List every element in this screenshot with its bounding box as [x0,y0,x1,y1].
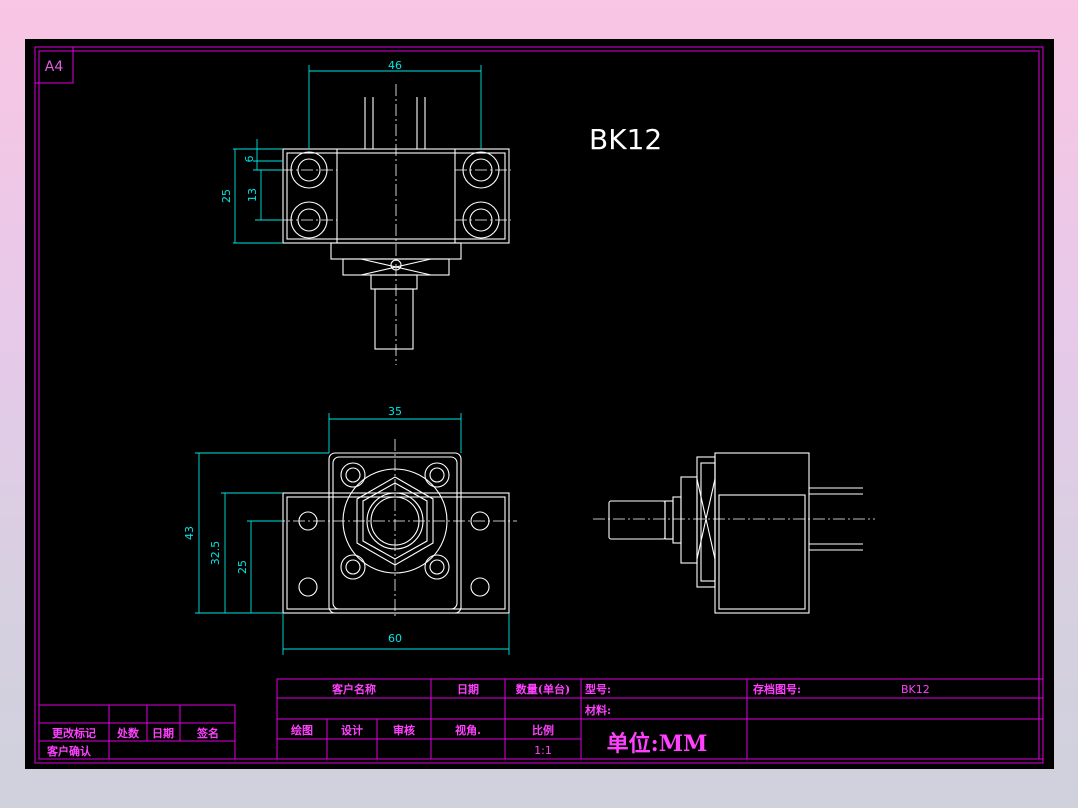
rev-date: 日期 [152,726,174,740]
title-block: 客户名称 日期 数量(单台) 型号: 存档图号: BK12 材料: 绘图 设计 … [276,678,1044,760]
dim-top-width: 46 [388,59,402,72]
revision-block: 更改标记 处数 日期 签名 客户确认 [38,704,236,760]
tb-design: 设计 [341,723,363,737]
tb-review: 审核 [393,723,415,737]
outer-frame [34,46,1044,764]
rev-customer-confirm: 客户确认 [46,744,92,758]
tb-view-angle: 视角. [455,723,481,737]
inner-frame [38,50,1040,760]
tb-date: 日期 [457,682,479,696]
dim-front-lower: 25 [236,560,249,574]
part-title: BK12 [589,123,662,156]
tb-scale-value: 1:1 [534,744,552,757]
top-view-dimensions: 46 25 6 13 [220,59,482,244]
side-view [593,452,875,614]
front-view-dimensions: 35 60 43 32.5 25 [183,405,510,655]
tb-archive-no: 存档图号: [753,682,801,696]
tb-model: 型号: [585,682,611,696]
drawing-sheet: A4 BK12 46 25 6 13 35 60 43 32.5 25 更改标记… [25,39,1054,769]
dim-front-width: 60 [388,632,402,645]
tb-drawing: 绘图 [291,723,313,737]
rev-count: 处数 [116,726,140,740]
top-view [281,84,511,365]
dim-top-mid: 13 [246,188,259,202]
tb-material: 材料: [585,703,611,717]
dim-top-height: 25 [220,189,233,203]
tb-archive-value: BK12 [901,683,930,696]
rev-signature: 签名 [196,726,219,740]
dim-front-inner: 35 [388,405,402,418]
front-view [253,439,517,619]
tb-unit: 单位:MM [607,731,708,757]
sheet-size-label: A4 [45,59,64,75]
tb-scale-label: 比例 [532,723,554,737]
dim-top-small: 6 [243,156,256,163]
dim-front-center: 32.5 [209,541,222,566]
tb-customer-name: 客户名称 [331,682,376,696]
rev-change-mark: 更改标记 [52,726,96,740]
dim-front-height: 43 [183,526,196,540]
tb-quantity: 数量(单台) [516,682,570,696]
